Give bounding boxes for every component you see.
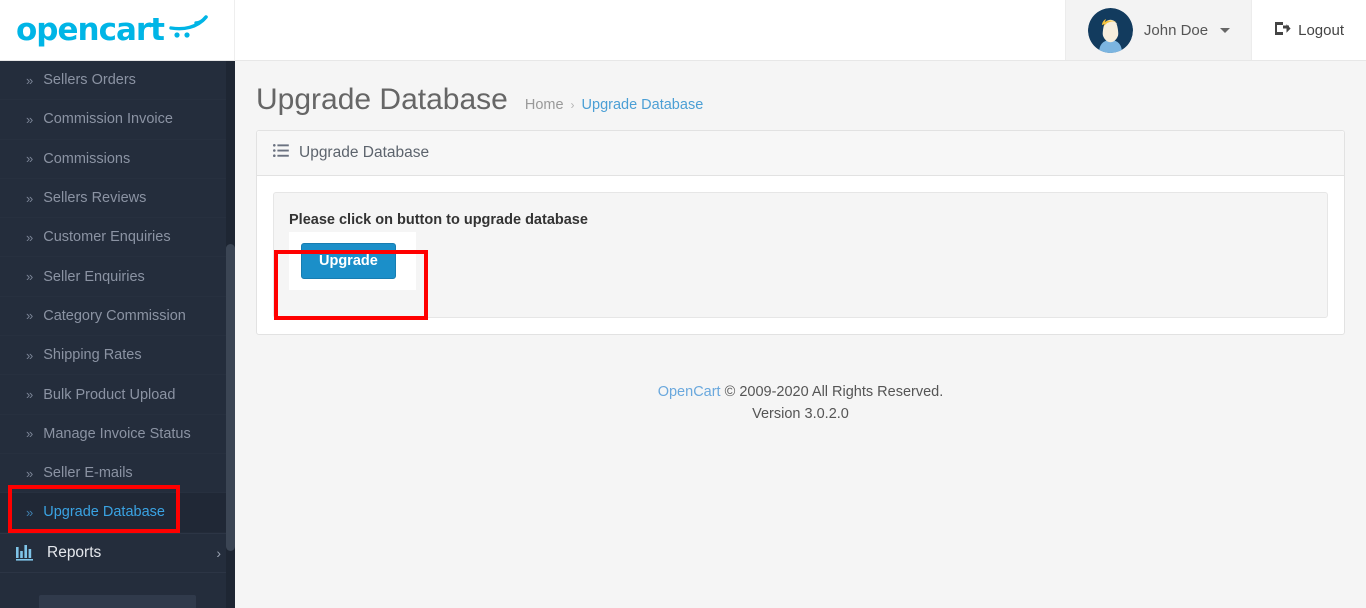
panel-body: Please click on button to upgrade databa… xyxy=(257,176,1344,334)
chevron-right-icon: › xyxy=(216,544,221,561)
sidebar-item-manage-invoice-status[interactable]: » Manage Invoice Status xyxy=(0,415,235,454)
sidebar-item-commissions[interactable]: » Commissions xyxy=(0,140,235,179)
chevron-double-right-icon: » xyxy=(26,151,34,167)
logo-text: opencart xyxy=(16,11,165,48)
sidebar-item-customer-enquiries[interactable]: » Customer Enquiries xyxy=(0,218,235,257)
main-content: Upgrade Database Home › Upgrade Database xyxy=(235,61,1366,608)
sidebar-scrollbar-track[interactable] xyxy=(226,61,235,608)
sidebar-item-sellers-reviews[interactable]: » Sellers Reviews xyxy=(0,179,235,218)
breadcrumb-separator: › xyxy=(570,98,575,112)
panel-title: Upgrade Database xyxy=(299,144,430,161)
footer-copyright-line: OpenCart © 2009-2020 All Rights Reserved… xyxy=(235,381,1366,403)
sidebar-nav: » Sellers Orders » Commission Invoice » … xyxy=(0,61,235,608)
chevron-double-right-icon: » xyxy=(26,465,34,481)
chevron-down-icon xyxy=(1220,27,1231,33)
sidebar-item-label: Bulk Product Upload xyxy=(43,386,176,403)
sidebar-item-reports[interactable]: Reports › xyxy=(0,532,235,573)
chevron-double-right-icon: » xyxy=(26,504,34,520)
sidebar-item-label: Commission Invoice xyxy=(43,111,173,128)
sidebar-item-bulk-product-upload[interactable]: » Bulk Product Upload xyxy=(0,375,235,414)
username-label: John Doe xyxy=(1143,21,1209,39)
upgrade-button-wrapper: Upgrade xyxy=(289,232,416,291)
sidebar-item-label: Reports xyxy=(47,543,102,561)
footer-copyright: © 2009-2020 All Rights Reserved. xyxy=(724,384,944,400)
user-menu-dropdown[interactable]: John Doe xyxy=(1064,0,1253,60)
chevron-double-right-icon: » xyxy=(26,190,34,206)
panel-header: Upgrade Database xyxy=(257,131,1344,176)
breadcrumb-current[interactable]: Upgrade Database xyxy=(582,97,704,113)
sidebar-item-label: Seller Enquiries xyxy=(43,268,145,285)
sidebar-item-category-commission[interactable]: » Category Commission xyxy=(0,297,235,336)
footer: OpenCart © 2009-2020 All Rights Reserved… xyxy=(235,381,1366,426)
sidebar-item-label: Commissions xyxy=(43,150,131,167)
chevron-double-right-icon: » xyxy=(26,347,34,363)
top-header: opencart John Doe Logout xyxy=(0,0,1366,61)
header-spacer xyxy=(235,0,1065,60)
chevron-double-right-icon: » xyxy=(26,269,34,285)
sidebar-item-label: Customer Enquiries xyxy=(43,229,171,246)
logout-label: Logout xyxy=(1298,21,1344,39)
bar-chart-icon xyxy=(16,544,35,561)
opencart-link[interactable]: OpenCart xyxy=(658,384,721,400)
sidebar-item-label: Manage Invoice Status xyxy=(43,425,191,442)
sidebar-item-label: Category Commission xyxy=(43,307,186,324)
sidebar-inner: » Sellers Orders » Commission Invoice » … xyxy=(0,61,235,608)
sidebar-item-label: Sellers Reviews xyxy=(43,190,147,207)
sidebar-item-commission-invoice[interactable]: » Commission Invoice xyxy=(0,100,235,139)
sidebar-collapsed-block xyxy=(39,594,196,608)
sidebar-item-sellers-orders[interactable]: » Sellers Orders xyxy=(0,61,235,100)
chevron-double-right-icon: » xyxy=(26,387,34,403)
avatar xyxy=(1087,7,1133,53)
page-header: Upgrade Database Home › Upgrade Database xyxy=(235,61,1366,130)
breadcrumb: Home › Upgrade Database xyxy=(525,97,703,113)
sidebar-item-label: Upgrade Database xyxy=(43,504,165,521)
brand-logo[interactable]: opencart xyxy=(0,0,235,60)
chevron-double-right-icon: » xyxy=(26,229,34,245)
chevron-double-right-icon: » xyxy=(26,111,34,127)
sidebar-item-shipping-rates[interactable]: » Shipping Rates xyxy=(0,336,235,375)
sidebar-item-seller-emails[interactable]: » Seller E-mails xyxy=(0,454,235,493)
shopping-cart-swoosh-icon xyxy=(169,14,209,46)
sidebar-scrollbar-thumb[interactable] xyxy=(226,244,235,551)
sidebar-item-seller-enquiries[interactable]: » Seller Enquiries xyxy=(0,257,235,296)
page-title: Upgrade Database xyxy=(256,83,508,116)
chevron-double-right-icon: » xyxy=(26,426,34,442)
instruction-text: Please click on button to upgrade databa… xyxy=(289,212,588,228)
logout-button[interactable]: Logout xyxy=(1252,0,1366,60)
chevron-double-right-icon: » xyxy=(26,308,34,324)
upgrade-button[interactable]: Upgrade xyxy=(301,243,396,280)
sidebar-item-label: Sellers Orders xyxy=(43,72,136,89)
app-root: opencart John Doe Logout » Sellers Order… xyxy=(0,0,1366,608)
breadcrumb-home[interactable]: Home xyxy=(525,97,564,113)
panel-card: Upgrade Database Please click on button … xyxy=(256,130,1345,335)
list-icon xyxy=(273,144,289,162)
chevron-double-right-icon: » xyxy=(26,72,34,88)
logout-icon xyxy=(1274,21,1291,40)
footer-version: Version 3.0.2.0 xyxy=(752,406,849,423)
upgrade-well: Please click on button to upgrade databa… xyxy=(273,192,1328,318)
sidebar-item-upgrade-database[interactable]: » Upgrade Database xyxy=(0,493,235,533)
sidebar-item-label: Seller E-mails xyxy=(43,465,133,482)
sidebar-item-label: Shipping Rates xyxy=(43,347,142,364)
